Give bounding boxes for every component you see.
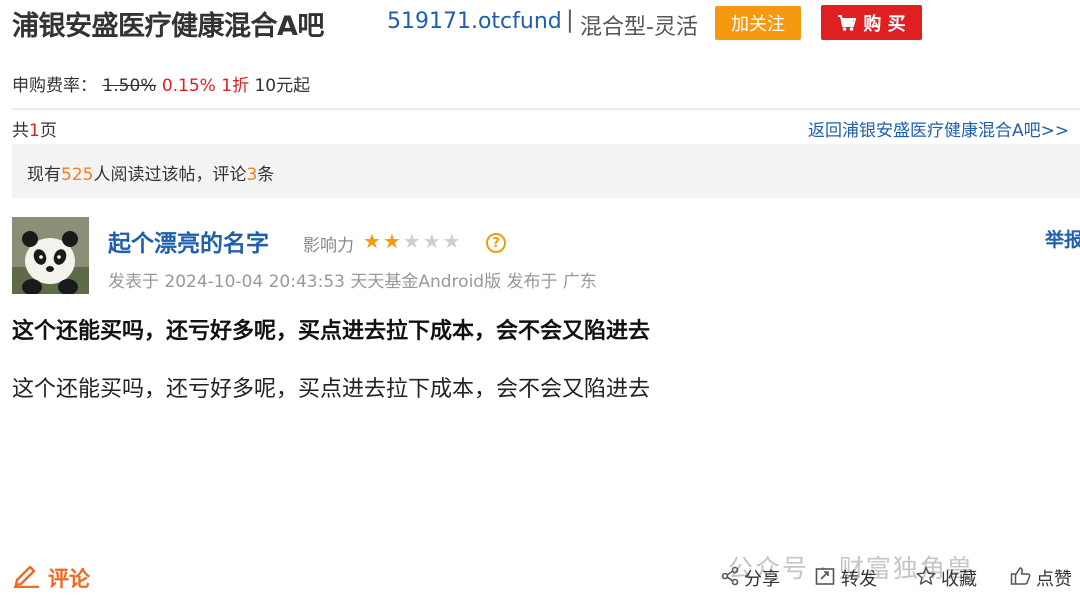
comment-button[interactable]: 评论 — [12, 562, 90, 593]
share-label: 分享 — [744, 569, 780, 590]
buy-button[interactable]: 购 买 — [821, 5, 922, 40]
fee-current: 0.15% — [161, 76, 216, 96]
forward-label: 转发 — [841, 569, 877, 590]
read-stats-p2: 人阅读过该帖，评论 — [93, 165, 247, 185]
fee-minimum: 10元起 — [254, 76, 311, 96]
read-stats-p1: 现有 — [27, 165, 61, 185]
fee-discount: 1折 — [221, 76, 250, 96]
collect-button[interactable]: 收藏 — [915, 565, 977, 591]
avatar[interactable] — [12, 217, 89, 294]
post-meta: 发表于 2024-10-04 20:43:53 天天基金Android版 发布于… — [108, 272, 597, 292]
comment-count: 3 — [246, 165, 258, 185]
fee-label: 申购费率： — [12, 76, 97, 96]
author-name[interactable]: 起个漂亮的名字 — [108, 224, 269, 258]
star-icon: ★ — [402, 229, 421, 253]
header-separator: | — [566, 7, 574, 33]
help-icon[interactable]: ? — [486, 233, 506, 253]
thumbs-up-icon — [1010, 566, 1032, 591]
star-outline-icon — [915, 566, 937, 591]
share-button[interactable]: 分享 — [720, 565, 780, 591]
divider — [12, 108, 1080, 110]
forward-icon — [815, 566, 837, 591]
like-button[interactable]: 点赞 — [1010, 565, 1072, 591]
post-title: 这个还能买吗，还亏好多呢，买点进去拉下成本，会不会又陷进去 — [12, 319, 651, 344]
star-icon: ★ — [442, 229, 461, 253]
page-count-number[interactable]: 1 — [29, 121, 40, 141]
back-to-bar-link[interactable]: 返回浦银安盛医疗健康混合A吧>> — [808, 116, 1069, 141]
star-icon: ★ — [382, 229, 401, 253]
cart-icon — [837, 14, 857, 32]
reader-count: 525 — [61, 165, 94, 185]
page-count-prefix: 共 — [12, 121, 29, 141]
report-link[interactable]: 举报 — [1045, 225, 1080, 252]
fund-bar-title[interactable]: 浦银安盛医疗健康混合A吧 — [12, 4, 324, 43]
star-icon: ★ — [363, 229, 381, 253]
buy-button-label: 购 买 — [863, 13, 906, 35]
follow-button-label: 加关注 — [731, 14, 785, 35]
influence-stars: ★ ★ ★ ★ ★ — [363, 231, 461, 251]
share-icon — [720, 566, 740, 591]
read-stats-p3: 条 — [257, 165, 275, 185]
forward-button[interactable]: 转发 — [815, 565, 877, 591]
fee-original: 1.50% — [102, 76, 157, 96]
post-body: 这个还能买吗，还亏好多呢，买点进去拉下成本，会不会又陷进去 — [12, 377, 651, 402]
purchase-fee-row: 申购费率： 1.50% 0.15% 1折 10元起 — [12, 71, 310, 96]
collect-label: 收藏 — [941, 569, 977, 590]
follow-button[interactable]: 加关注 — [715, 6, 801, 40]
pencil-icon — [12, 562, 40, 593]
star-icon: ★ — [422, 229, 441, 253]
page-count-suffix: 页 — [39, 121, 57, 141]
read-stats-text: 现有525人阅读过该帖，评论3条 — [27, 160, 274, 185]
influence-label: 影响力 — [303, 236, 354, 256]
fund-type: 混合型-灵活 — [580, 15, 698, 40]
page-count: 共1页 — [12, 116, 57, 141]
like-label: 点赞 — [1036, 569, 1072, 590]
fund-code-link[interactable]: 519171.otcfund — [387, 9, 562, 34]
comment-label: 评论 — [48, 566, 90, 591]
